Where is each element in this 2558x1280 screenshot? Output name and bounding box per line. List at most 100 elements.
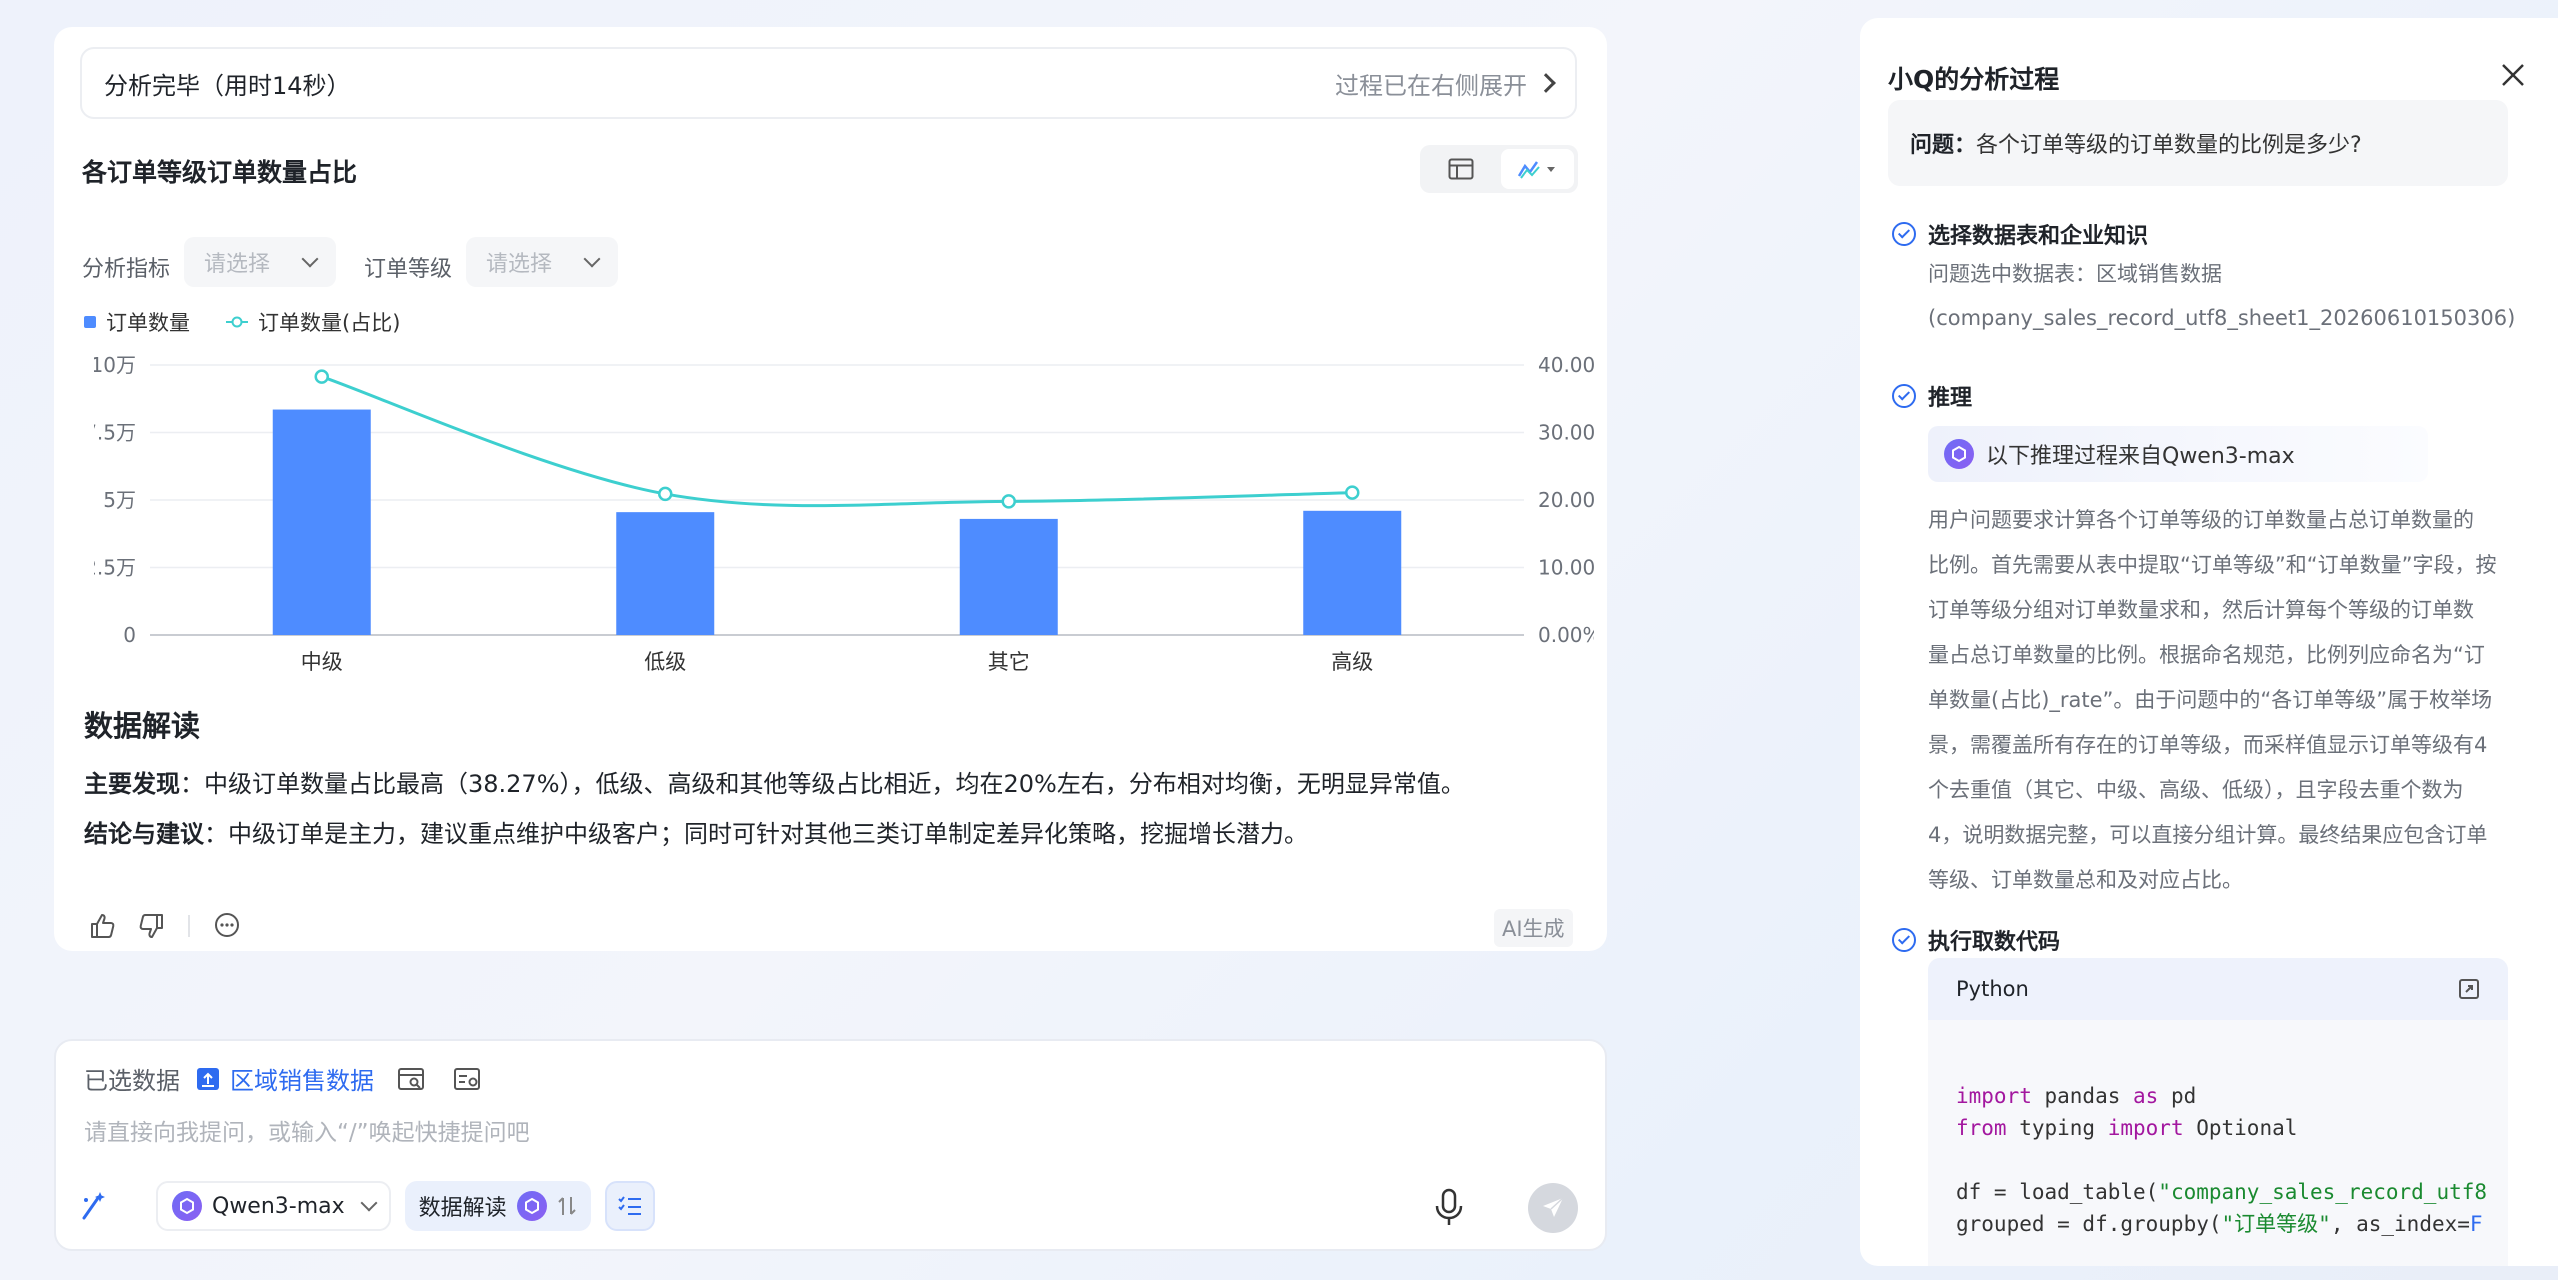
ratio-point-2 [1001, 494, 1016, 509]
analysis-status-text: 分析完毕（用时14秒） [104, 71, 351, 100]
ratio-point-1 [658, 486, 673, 502]
step-select-table-detail: 问题选中数据表：区域销售数据 (company_sales_record_utf… [1928, 252, 2515, 340]
filter-level-select[interactable]: 请选择 [466, 237, 618, 287]
filter-metric-label: 分析指标 [82, 257, 171, 282]
process-expanded-link[interactable]: 过程已在右侧展开 [1335, 66, 1556, 101]
chart-view-button[interactable] [1501, 149, 1574, 189]
conclusion-label: 结论与建议 [84, 820, 204, 848]
more-dots-icon [215, 913, 239, 937]
reasoning-source-text: 以下推理过程来自Qwen3-max [1986, 444, 2295, 469]
expand-icon[interactable] [2458, 978, 2480, 1000]
send-icon [1543, 1197, 1564, 1217]
y-right-tick-label: 30.00% [1538, 421, 1594, 445]
filter-metric-select[interactable]: 请选择 [184, 237, 336, 287]
close-icon[interactable] [2500, 62, 2526, 88]
mode-selector[interactable]: 数据解读 [404, 1181, 591, 1231]
more-options-button[interactable] [214, 912, 240, 938]
step-execute-code[interactable]: 执行取数代码 [1892, 924, 2060, 956]
legend-line-swatch [226, 316, 248, 328]
reasoning-line: 单数量(占比)_rate”。由于问题中的“各订单等级”属于枚举场 [1928, 688, 2493, 712]
code-language: Python [1956, 977, 2029, 1001]
process-expanded-text: 过程已在右侧展开 [1335, 71, 1527, 100]
feedback-divider [188, 915, 190, 937]
ratio-point-0 [314, 369, 329, 384]
like-button[interactable] [88, 912, 116, 940]
chevron-right-icon [1536, 73, 1556, 93]
y-left-tick-label: 5万 [103, 488, 136, 512]
bar-0 [272, 409, 371, 635]
input-toolbar: Qwen3-max 数据解读 [78, 1181, 655, 1231]
upload-file-icon [197, 1067, 219, 1090]
legend-bar-label: 订单数量 [106, 311, 190, 335]
chevron-down-icon [301, 250, 319, 268]
microphone-icon [1435, 1188, 1463, 1225]
send-button[interactable] [1528, 1183, 1578, 1233]
chat-input-field[interactable]: 请直接向我提问，或输入“/”唤起快捷提问吧 [84, 1113, 530, 1147]
thumbs-up-icon [91, 914, 115, 938]
dislike-button[interactable] [138, 912, 166, 940]
microphone-button[interactable] [1432, 1187, 1466, 1231]
model-selector[interactable]: Qwen3-max [156, 1181, 391, 1231]
selected-data-label: 已选数据 [84, 1067, 180, 1095]
chevron-down-icon [583, 250, 601, 268]
code-line: df = load_table("company_sales_record_ut… [1956, 1180, 2488, 1204]
chat-input-box: 已选数据 区域销售数据 请直接向我提问，或输入“/”唤起快捷提问吧 Qwen3-… [54, 1039, 1607, 1251]
bar-line-chart: 0 2.5万 5万 7.5万 10万 0.00% 10.00% 20.00% 30.00% 40.… [94, 353, 1594, 674]
question-label: 问题： [1910, 133, 1977, 158]
table-settings-icon[interactable] [454, 1067, 482, 1091]
step-reasoning-title: 推理 [1928, 386, 1973, 411]
analysis-process-panel: 小Q的分析过程 问题： 各个订单等级的订单数量的比例是多少? 选择数据表和企业知… [1860, 18, 2558, 1266]
step-reasoning[interactable]: 推理 [1892, 380, 1972, 412]
bar-2 [959, 518, 1058, 635]
qwen-logo-icon [1944, 439, 1974, 469]
y-left-tick-label: 2.5万 [94, 556, 136, 580]
chart-legend: 订单数量 订单数量(占比) [84, 307, 400, 337]
legend-line-label: 订单数量(占比) [258, 311, 401, 335]
checklist-button[interactable] [604, 1181, 655, 1231]
conclusion-text: ：中级订单是主力，建议重点维护中级客户；同时可针对其他三类订单制定差异化策略，挖… [204, 820, 1308, 848]
reasoning-line: 4，说明数据完整，可以直接分组计算。最终结果应包含订单 [1928, 823, 2488, 847]
reasoning-line: 订单等级分组对订单数量求和，然后计算每个等级的订单数 [1928, 598, 2474, 622]
ratio-line [321, 375, 1353, 508]
check-circle-icon [1892, 384, 1916, 408]
analysis-status-bar[interactable]: 分析完毕（用时14秒） 过程已在右侧展开 [80, 47, 1577, 119]
table-search-icon[interactable] [398, 1067, 426, 1091]
reasoning-line: 等级、订单数量总和及对应占比。 [1928, 868, 2243, 892]
chart-title: 各订单等级订单数量占比 [82, 158, 358, 187]
code-line: import pandas as pd [1956, 1084, 2197, 1108]
x-tick-label: 低级 [644, 650, 686, 674]
finding-label: 主要发现 [84, 770, 180, 798]
y-right-tick-label: 40.00% [1538, 353, 1594, 377]
reasoning-source: 以下推理过程来自Qwen3-max [1928, 426, 2428, 482]
code-header: Python [1928, 958, 2508, 1020]
qwen-logo-icon [172, 1191, 202, 1221]
finding-text: ：中级订单数量占比最高（38.27%），低级、高级和其他等级占比相近，均在20%… [180, 770, 1465, 798]
legend-item-line[interactable]: 订单数量(占比) [226, 307, 400, 337]
code-block: Python import pandas as pd from typing im… [1928, 958, 2508, 1266]
thumbs-down-icon [139, 914, 163, 938]
bar-3 [1303, 510, 1402, 635]
dataset-chip[interactable]: 区域销售数据 [196, 1061, 374, 1096]
dataset-name: 区域销售数据 [230, 1067, 374, 1095]
x-tick-label: 其它 [988, 650, 1030, 674]
selected-table-line: 问题选中数据表：区域销售数据 [1928, 262, 2222, 286]
selected-data-row: 已选数据 区域销售数据 [84, 1061, 482, 1096]
chart-type-icon [1517, 161, 1555, 179]
swap-icon [557, 1197, 576, 1215]
bar-1 [616, 512, 715, 635]
chevron-down-icon [360, 1194, 378, 1212]
selected-table-id: (company_sales_record_utf8_sheet1_202606… [1928, 306, 2516, 330]
chart-view-toggle[interactable] [1420, 145, 1578, 193]
step-select-table[interactable]: 选择数据表和企业知识 [1892, 218, 2148, 250]
y-right-tick-label: 0.00% [1538, 623, 1594, 647]
checklist-icon [617, 1196, 641, 1215]
step-select-table-title: 选择数据表和企业知识 [1928, 224, 2149, 249]
filter-level-placeholder: 请选择 [486, 252, 553, 277]
magic-wand-icon[interactable] [78, 1190, 110, 1222]
question-text: 各个订单等级的订单数量的比例是多少? [1976, 133, 2362, 158]
table-view-button[interactable] [1424, 149, 1497, 189]
x-tick-label: 中级 [301, 650, 343, 674]
y-left-tick-label: 7.5万 [94, 421, 136, 445]
qwen-logo-icon [516, 1191, 547, 1221]
legend-item-bar[interactable]: 订单数量 [84, 307, 190, 337]
